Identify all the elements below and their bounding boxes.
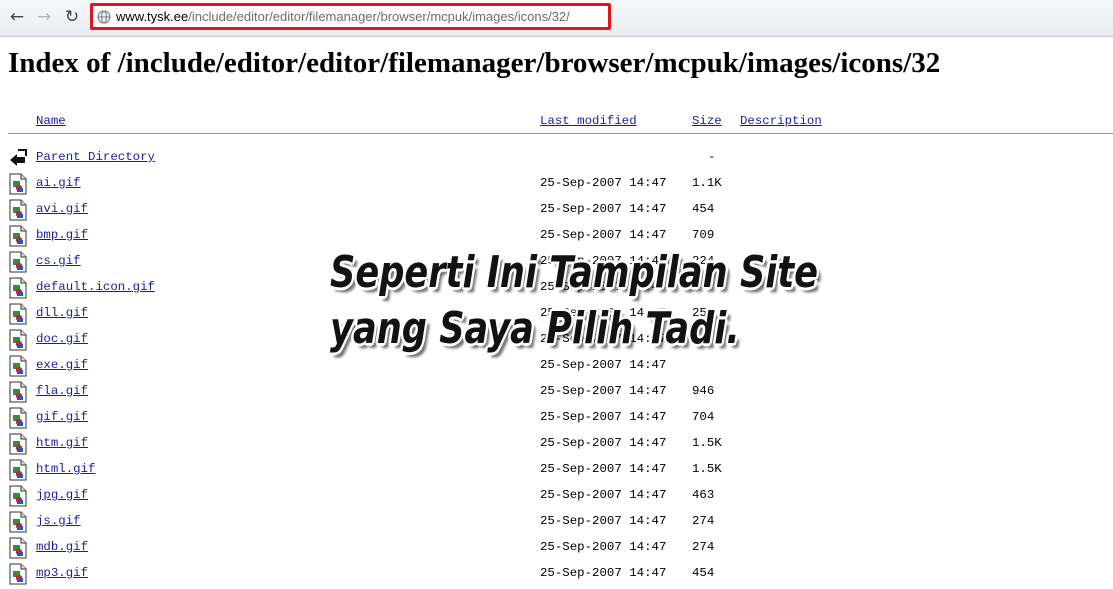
address-bar[interactable]: www.tysk.ee/include/editor/editor/filema… <box>90 3 611 30</box>
modified-date: 25-Sep-2007 14:47 <box>540 384 667 398</box>
table-row: fla.gif 25-Sep-2007 14:47 946 <box>0 380 1113 406</box>
image-file-icon <box>8 225 28 247</box>
image-file-icon <box>8 199 28 221</box>
url-host: www.tysk.ee <box>116 9 189 24</box>
file-link[interactable]: default.icon.gif <box>36 280 155 294</box>
globe-icon <box>97 10 111 24</box>
file-link[interactable]: dll.gif <box>36 306 88 320</box>
modified-date: 25-Sep-2007 14:47 <box>540 358 667 372</box>
file-size: 274 <box>692 514 715 528</box>
file-link[interactable]: gif.gif <box>36 410 88 424</box>
file-link[interactable]: jpg.gif <box>36 488 88 502</box>
sort-by-modified-link[interactable]: Last modified <box>540 114 637 128</box>
file-size: 1.5K <box>692 462 722 476</box>
file-link[interactable]: js.gif <box>36 514 81 528</box>
table-row: jpg.gif 25-Sep-2007 14:47 463 <box>0 484 1113 510</box>
image-file-icon <box>8 303 28 325</box>
browser-toolbar: ← → ↻ www.tysk.ee/include/editor/editor/… <box>0 0 1113 37</box>
image-file-icon <box>8 277 28 299</box>
file-link[interactable]: Parent Directory <box>36 150 155 164</box>
image-file-icon <box>8 251 28 273</box>
file-size: 463 <box>692 488 715 502</box>
file-link[interactable]: doc.gif <box>36 332 88 346</box>
table-row: avi.gif 25-Sep-2007 14:47 454 <box>0 198 1113 224</box>
table-row: mdb.gif 25-Sep-2007 14:47 274 <box>0 536 1113 562</box>
header-divider <box>8 133 1113 134</box>
listing-header: Name Last modified Size Description <box>0 110 1113 134</box>
file-size: 704 <box>692 410 715 424</box>
modified-date: 25-Sep-2007 14:47 <box>540 462 667 476</box>
file-link[interactable]: mdb.gif <box>36 540 88 554</box>
table-row: mp3.gif 25-Sep-2007 14:47 454 <box>0 562 1113 588</box>
image-file-icon <box>8 485 28 507</box>
modified-date: 25-Sep-2007 14:47 <box>540 410 667 424</box>
file-size: 709 <box>692 228 715 242</box>
file-size: 454 <box>692 202 715 216</box>
caption-line-1: Seperti Ini Tampilan Site <box>330 247 819 298</box>
file-link[interactable]: exe.gif <box>36 358 88 372</box>
file-size: 946 <box>692 384 715 398</box>
image-file-icon <box>8 511 28 533</box>
file-size: 1.5K <box>692 436 722 450</box>
sort-by-description-link[interactable]: Description <box>740 114 822 128</box>
file-link[interactable]: htm.gif <box>36 436 88 450</box>
sort-by-name-link[interactable]: Name <box>36 114 66 128</box>
table-row: html.gif 25-Sep-2007 14:47 1.5K <box>0 458 1113 484</box>
page-title: Index of /include/editor/editor/filemana… <box>8 47 941 79</box>
file-link[interactable]: ai.gif <box>36 176 81 190</box>
image-file-icon <box>8 433 28 455</box>
image-file-icon <box>8 537 28 559</box>
table-row: Parent Directory - <box>0 146 1113 172</box>
file-size: 274 <box>692 540 715 554</box>
table-row: gif.gif 25-Sep-2007 14:47 704 <box>0 406 1113 432</box>
address-url[interactable]: www.tysk.ee/include/editor/editor/filema… <box>116 9 570 25</box>
file-link[interactable]: html.gif <box>36 462 96 476</box>
forward-arrow-icon[interactable]: → <box>33 6 55 28</box>
file-link[interactable]: bmp.gif <box>36 228 88 242</box>
image-file-icon <box>8 173 28 195</box>
modified-date: 25-Sep-2007 14:47 <box>540 202 667 216</box>
file-listing: Parent Directory - ai.gif 25-Sep-2007 14:47… <box>0 146 1113 588</box>
modified-date: 25-Sep-2007 14:47 <box>540 228 667 242</box>
modified-date: 25-Sep-2007 14:47 <box>540 436 667 450</box>
image-file-icon <box>8 355 28 377</box>
image-file-icon <box>8 407 28 429</box>
file-link[interactable]: avi.gif <box>36 202 88 216</box>
modified-date: 25-Sep-2007 14:47 <box>540 514 667 528</box>
header-row: Name Last modified Size Description <box>0 110 1113 134</box>
table-row: exe.gif 25-Sep-2007 14:47 <box>0 354 1113 380</box>
overlay-caption: Seperti Ini Tampilan Site yang Saya Pili… <box>330 245 818 357</box>
file-link[interactable]: cs.gif <box>36 254 81 268</box>
modified-date: 25-Sep-2007 14:47 <box>540 488 667 502</box>
back-icon <box>8 147 28 169</box>
reload-icon[interactable]: ↻ <box>61 6 83 28</box>
image-file-icon <box>8 563 28 585</box>
table-row: js.gif 25-Sep-2007 14:47 274 <box>0 510 1113 536</box>
file-link[interactable]: fla.gif <box>36 384 88 398</box>
image-file-icon <box>8 459 28 481</box>
sort-by-size-link[interactable]: Size <box>692 114 722 128</box>
table-row: ai.gif 25-Sep-2007 14:47 1.1K <box>0 172 1113 198</box>
file-size: - <box>708 150 716 164</box>
back-arrow-icon[interactable]: ← <box>6 6 28 28</box>
url-path: /include/editor/editor/filemanager/brows… <box>188 9 570 24</box>
image-file-icon <box>8 329 28 351</box>
file-size: 1.1K <box>692 176 722 190</box>
image-file-icon <box>8 381 28 403</box>
table-row: htm.gif 25-Sep-2007 14:47 1.5K <box>0 432 1113 458</box>
caption-line-2: yang Saya Pilih Tadi. <box>330 303 740 354</box>
modified-date: 25-Sep-2007 14:47 <box>540 176 667 190</box>
modified-date: 25-Sep-2007 14:47 <box>540 540 667 554</box>
